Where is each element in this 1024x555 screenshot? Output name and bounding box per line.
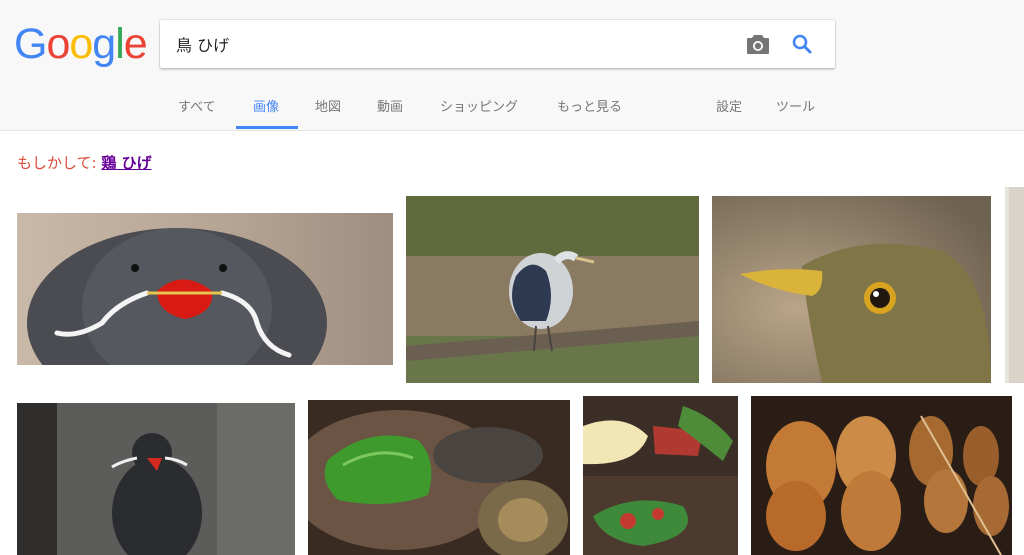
search-tabs: すべて 画像 地図 動画 ショッピング もっと見る 設定 ツール [0,82,1024,131]
did-you-mean-label: もしかして: [17,154,97,172]
tab-videos[interactable]: 動画 [377,96,403,115]
image-result-partial[interactable] [1005,187,1024,383]
image-result-heron[interactable] [406,196,699,383]
tab-images[interactable]: 画像 [253,96,279,115]
logo-letter: o [46,20,70,68]
image-result-grilled-peppers[interactable] [308,400,570,555]
image-result-sashimi[interactable] [583,396,738,555]
tab-more[interactable]: もっと見る [557,96,622,115]
search-input[interactable] [176,30,736,58]
tab-tools[interactable]: ツール [776,96,815,115]
active-tab-indicator [236,126,298,129]
image-result-inca-tern-rock[interactable] [17,403,295,555]
tab-shopping[interactable]: ショッピング [440,96,518,115]
image-result-yakitori[interactable] [751,396,1012,555]
did-you-mean: もしかして: 鶏 ひげ [17,152,152,173]
logo-letter: e [123,20,148,68]
image-result-thrush[interactable] [712,196,991,383]
tab-maps[interactable]: 地図 [315,96,341,115]
image-result-inca-tern[interactable] [17,213,393,365]
search-box[interactable] [160,20,835,68]
logo-letter: o [69,20,93,68]
camera-icon[interactable] [746,33,770,55]
search-icon[interactable] [790,32,814,56]
did-you-mean-suggestion[interactable]: 鶏 ひげ [101,154,151,172]
google-logo[interactable]: Google [14,20,148,68]
tab-all[interactable]: すべて [178,96,216,115]
logo-letter: g [92,20,116,68]
tab-settings[interactable]: 設定 [716,96,742,115]
logo-letter: G [14,20,47,68]
logo-letter: l [115,20,125,68]
top-bar: Google すべて 画像 地図 動画 ショッピング もっと見る 設定 ツール [0,0,1024,131]
